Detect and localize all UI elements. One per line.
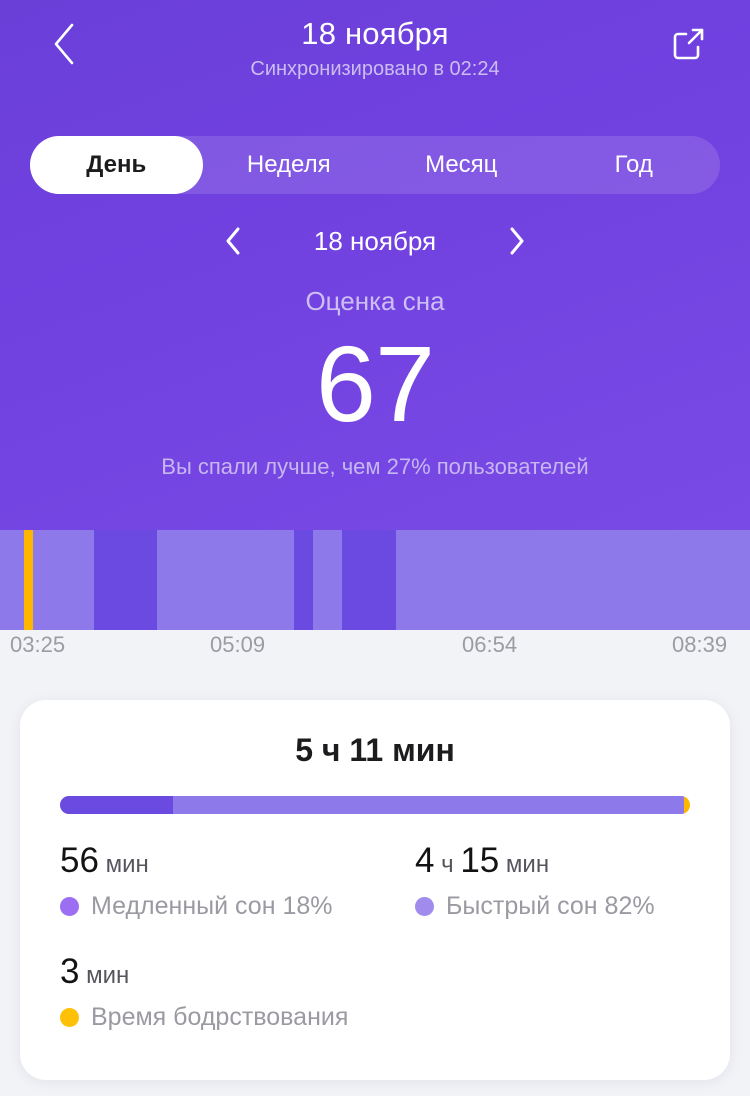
axis-tick-label: 06:54 bbox=[462, 632, 518, 657]
current-date-label: 18 ноября bbox=[313, 225, 437, 256]
chevron-right-icon bbox=[510, 227, 524, 255]
hypnogram-segment bbox=[33, 530, 94, 630]
stat-rem-sleep-legend: Быстрый сон 82% bbox=[415, 892, 730, 921]
stat-deep-sleep-legend: Медленный сон 18% bbox=[60, 892, 375, 921]
stat-deep-sleep-label: Медленный сон 18% bbox=[91, 892, 333, 920]
page-title: 18 ноября bbox=[301, 16, 449, 51]
stat-rem-sleep-label: Быстрый сон 82% bbox=[446, 892, 655, 920]
axis-tick-label: 03:25 bbox=[10, 632, 66, 657]
stat-awake-time-unit: мин bbox=[79, 962, 130, 989]
date-navigator: 18 ноября bbox=[0, 218, 750, 264]
stat-deep-sleep-unit: мин bbox=[98, 851, 149, 878]
hypnogram-chart[interactable] bbox=[0, 530, 750, 630]
sleep-stage-bar-segment bbox=[173, 796, 684, 814]
legend-dot-icon bbox=[415, 897, 434, 916]
hypnogram-segment bbox=[342, 530, 396, 630]
sleep-stage-bar-segment bbox=[60, 796, 174, 814]
sleep-score-value: 67 bbox=[315, 323, 435, 444]
stat-awake-time-legend: Время бодрствования bbox=[60, 1003, 375, 1032]
hypnogram-segment bbox=[24, 530, 33, 630]
stat-awake-time[interactable]: 3 мин Время бодрствования bbox=[20, 951, 375, 1032]
share-external-icon bbox=[673, 28, 704, 60]
stat-rem-sleep-value: 4 ч 15 мин bbox=[415, 840, 730, 886]
stats-row-2: 3 мин Время бодрствования bbox=[20, 951, 730, 1062]
axis-tick-label: 08:39 bbox=[672, 632, 728, 657]
sleep-stage-bar-segment bbox=[683, 796, 690, 814]
stat-rem-sleep-minutes: 15 bbox=[460, 841, 500, 880]
sleep-stage-stats: 56 мин Медленный сон 18% 4 ч 15 мин Быст… bbox=[20, 840, 730, 1062]
sleep-score-comparison: Вы спали лучше, чем 27% пользователей bbox=[161, 454, 589, 479]
stat-rem-sleep-hours: 4 bbox=[415, 841, 435, 880]
hypnogram-time-axis: 03:25 05:09 06:54 08:39 bbox=[0, 632, 750, 672]
tab-day[interactable]: День bbox=[30, 136, 203, 194]
stat-awake-time-label: Время бодрствования bbox=[91, 1003, 349, 1031]
stat-rem-sleep-hour-unit: ч bbox=[434, 851, 461, 878]
legend-dot-icon bbox=[60, 1008, 79, 1027]
tab-week[interactable]: Неделя bbox=[203, 136, 376, 194]
stat-awake-time-number: 3 bbox=[60, 952, 80, 991]
hypnogram-segment bbox=[294, 530, 313, 630]
hypnogram-segment bbox=[313, 530, 342, 630]
sleep-detail-screen: 18 ноября Синхронизировано в 02:24 День … bbox=[0, 0, 750, 1096]
chevron-left-icon bbox=[226, 227, 240, 255]
axis-tick-label: 05:09 bbox=[210, 632, 266, 657]
header-titles: 18 ноября Синхронизировано в 02:24 bbox=[0, 14, 750, 83]
stat-rem-sleep-minute-unit: мин bbox=[499, 851, 550, 878]
period-tabs: День Неделя Месяц Год bbox=[30, 136, 720, 194]
stat-deep-sleep[interactable]: 56 мин Медленный сон 18% bbox=[20, 840, 375, 921]
header-bar: 18 ноября Синхронизировано в 02:24 bbox=[0, 0, 750, 102]
hypnogram-segment bbox=[157, 530, 294, 630]
total-sleep-duration: 5 ч 11 мин bbox=[295, 732, 455, 768]
sleep-summary-card: 5 ч 11 мин 56 мин Медленный сон 18% 4 ч … bbox=[20, 700, 730, 1080]
stat-deep-sleep-value: 56 мин bbox=[60, 840, 375, 886]
sleep-score-label: Оценка сна bbox=[305, 286, 445, 316]
stats-row-1: 56 мин Медленный сон 18% 4 ч 15 мин Быст… bbox=[20, 840, 730, 951]
stat-awake-time-value: 3 мин bbox=[60, 951, 375, 997]
hypnogram-segment bbox=[94, 530, 157, 630]
sync-status: Синхронизировано в 02:24 bbox=[250, 58, 500, 80]
tab-month[interactable]: Месяц bbox=[375, 136, 548, 194]
stat-deep-sleep-number: 56 bbox=[60, 841, 99, 880]
hypnogram-segment bbox=[396, 530, 750, 630]
hypnogram-segment bbox=[0, 530, 24, 630]
next-day-button[interactable] bbox=[504, 226, 530, 256]
legend-dot-icon bbox=[60, 897, 79, 916]
previous-day-button[interactable] bbox=[220, 226, 246, 256]
sleep-stage-bar bbox=[60, 796, 690, 814]
stat-rem-sleep[interactable]: 4 ч 15 мин Быстрый сон 82% bbox=[375, 840, 730, 921]
share-button[interactable] bbox=[660, 16, 716, 72]
tab-year[interactable]: Год bbox=[548, 136, 721, 194]
